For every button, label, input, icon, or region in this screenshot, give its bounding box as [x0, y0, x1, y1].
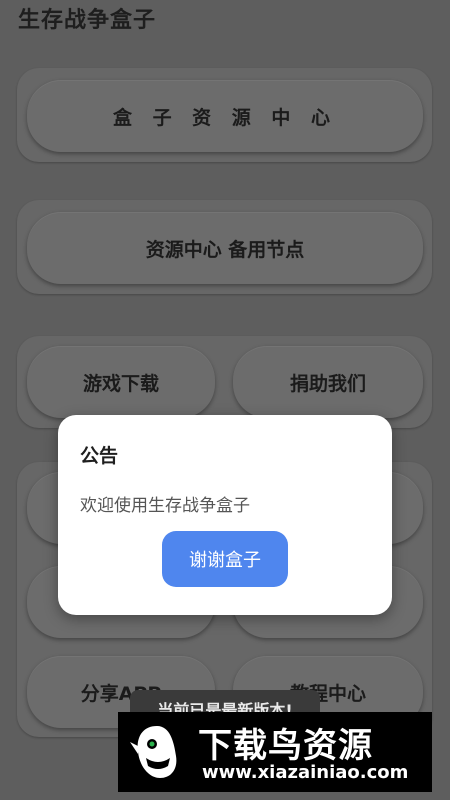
watermark-banner: 下载鸟资源 www.xiazainiao.com	[118, 712, 432, 792]
dialog-confirm-button[interactable]: 谢谢盒子	[162, 531, 288, 587]
backup-node-button[interactable]: 资源中心 备用节点	[27, 212, 423, 284]
app-title: 生存战争盒子	[18, 8, 157, 33]
watermark-name: 下载鸟资源	[198, 726, 373, 766]
dialog-title: 公告	[80, 445, 119, 467]
donate-button[interactable]: 捐助我们	[233, 346, 423, 418]
bird-logo-icon	[130, 726, 177, 778]
resource-center-button[interactable]: 盒 子 资 源 中 心	[27, 80, 423, 152]
watermark-url: www.xiazainiao.com	[202, 762, 409, 783]
backup-node-label: 资源中心 备用节点	[145, 238, 305, 261]
announcement-dialog: 公告 欢迎使用生存战争盒子 谢谢盒子	[58, 415, 392, 615]
dialog-message: 欢迎使用生存战争盒子	[80, 496, 250, 516]
game-download-button[interactable]: 游戏下载	[27, 346, 215, 418]
resource-center-label: 盒 子 资 源 中 心	[112, 106, 338, 129]
donate-label: 捐助我们	[289, 372, 366, 395]
game-download-label: 游戏下载	[82, 372, 159, 395]
